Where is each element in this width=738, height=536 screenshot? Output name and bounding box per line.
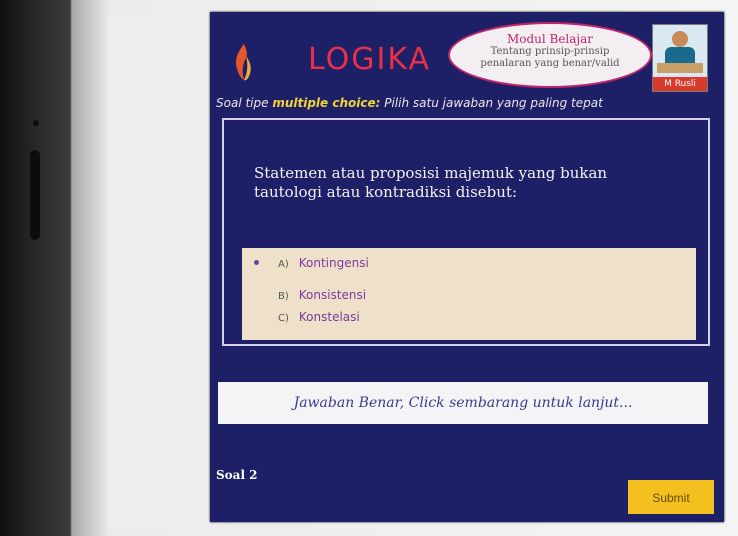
- option-a-key: A): [278, 259, 289, 270]
- option-b-key: B): [278, 291, 289, 302]
- instruction-highlight: multiple choice:: [272, 96, 381, 110]
- app-title: LOGIKA: [308, 42, 432, 77]
- avatar-head-icon: [672, 31, 688, 47]
- camera-dot: [33, 120, 39, 126]
- instruction-suffix: Pilih satu jawaban yang paling tepat: [380, 96, 603, 110]
- question-box: Statemen atau proposisi majemuk yang buk…: [222, 118, 710, 346]
- option-c[interactable]: C) Konstelasi: [278, 310, 360, 324]
- option-c-key: C): [278, 313, 289, 324]
- option-b-label: Konsistensi: [298, 288, 367, 302]
- module-badge: Modul Belajar Tentang prinsip-prinsip pe…: [448, 22, 652, 88]
- module-title: Modul Belajar: [506, 32, 594, 46]
- device-frame: LOGIKA Modul Belajar Tentang prinsip-pri…: [0, 0, 738, 536]
- option-b[interactable]: B) Konsistensi: [278, 288, 366, 302]
- flame-logo-icon: [236, 44, 251, 81]
- question-text: Statemen atau proposisi majemuk yang buk…: [254, 164, 608, 201]
- quiz-app: LOGIKA Modul Belajar Tentang prinsip-pri…: [210, 12, 724, 522]
- instruction-prefix: Soal tipe: [216, 96, 273, 110]
- answer-options: A) Kontingensi B) Konsistensi C) Konstelasi: [242, 248, 696, 340]
- screen-blank-area: [108, 18, 218, 530]
- module-subtitle-2: penalaran yang benar/valid: [480, 58, 620, 69]
- avatar-desk-icon: [657, 63, 703, 73]
- option-a[interactable]: A) Kontingensi: [254, 256, 369, 270]
- option-c-label: Konstelasi: [298, 310, 360, 324]
- feedback-banner[interactable]: Jawaban Benar, Click sembarang untuk lan…: [218, 382, 708, 424]
- option-a-label: Kontingensi: [298, 256, 369, 270]
- phone-side-edge: [30, 150, 40, 240]
- question-number: Soal 2: [216, 468, 258, 482]
- module-subtitle-1: Tentang prinsip-prinsip: [490, 46, 610, 57]
- author-avatar: M Rusli: [652, 24, 708, 92]
- author-name: M Rusli: [653, 77, 707, 91]
- selected-radio-icon: [254, 260, 259, 265]
- submit-button[interactable]: Submit: [628, 480, 714, 514]
- instruction-text: Soal tipe multiple choice: Pilih satu ja…: [216, 96, 603, 110]
